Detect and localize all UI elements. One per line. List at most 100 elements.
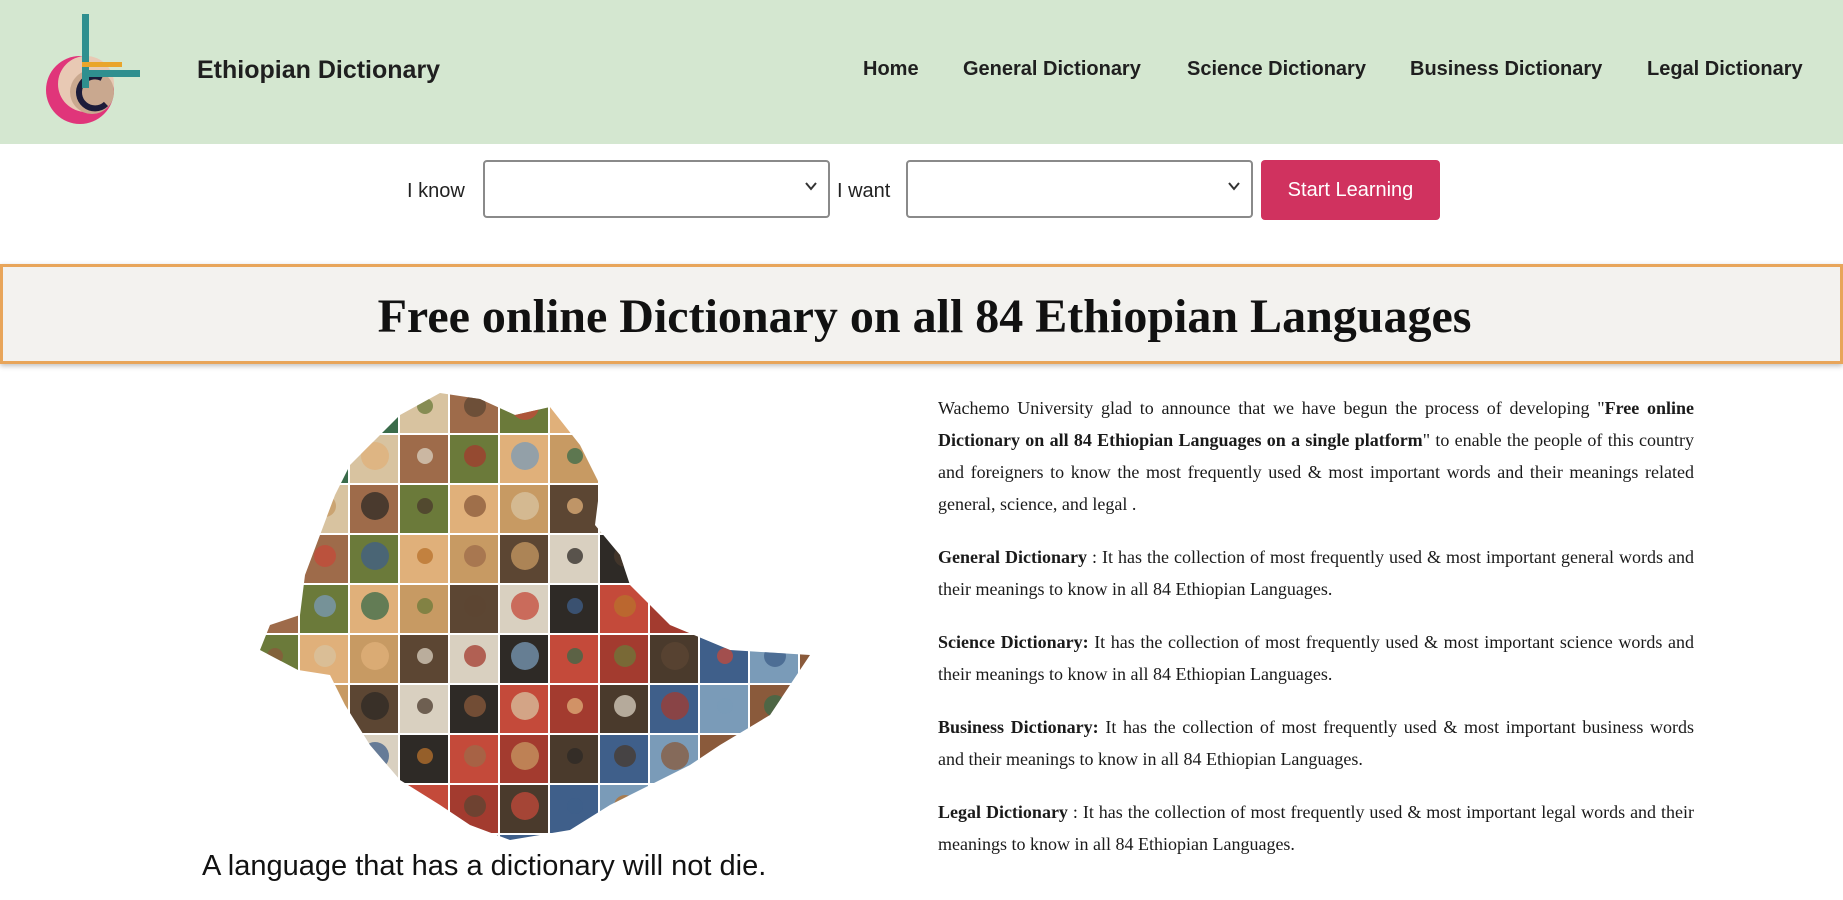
mosaic-photo-tile [260, 435, 298, 483]
mosaic-photo-detail [661, 842, 689, 845]
i-know-select[interactable] [483, 160, 830, 218]
mosaic-photo-detail [417, 748, 433, 764]
mosaic-photo-detail [614, 695, 636, 717]
mosaic-photo-detail [811, 542, 820, 570]
mosaic-photo-detail [314, 795, 336, 817]
mosaic-photo-detail [764, 745, 786, 767]
mosaic-photo-tile [650, 435, 698, 483]
legal-dictionary-paragraph: Legal Dictionary : It has the collection… [938, 796, 1694, 860]
mosaic-photo-tile [600, 535, 648, 583]
mosaic-photo-detail [811, 592, 820, 620]
nav-business-dictionary[interactable]: Business Dictionary [1410, 58, 1602, 81]
business-term: Business Dictionary: [938, 717, 1099, 737]
mosaic-photo-detail [464, 395, 486, 417]
mosaic-photo-detail [417, 798, 433, 814]
mosaic-photo-tile [350, 835, 398, 840]
mosaic-photo-detail [661, 692, 689, 720]
mosaic-photo-tile [800, 635, 810, 683]
mosaic-photo-detail [811, 642, 820, 670]
mosaic-photo-detail [464, 695, 486, 717]
mosaic-photo-detail [464, 545, 486, 567]
mosaic-photo-detail [661, 492, 689, 520]
mosaic-photo-tile [260, 685, 298, 733]
mosaic-photo-detail [661, 592, 689, 620]
mosaic-photo-tile [750, 435, 798, 483]
mosaic-photo-tile [260, 393, 298, 433]
mosaic-photo-detail [267, 598, 283, 614]
mosaic-photo-detail [614, 545, 636, 567]
mosaic-photo-detail [361, 492, 389, 520]
nav-home[interactable]: Home [863, 58, 919, 81]
mosaic-photo-detail [361, 742, 389, 770]
mosaic-photo-detail [511, 592, 539, 620]
mosaic-photo-detail [614, 795, 636, 817]
nav-legal-dictionary[interactable]: Legal Dictionary [1647, 58, 1803, 81]
mosaic-photo-detail [361, 592, 389, 620]
mosaic-photo-detail [567, 448, 583, 464]
mosaic-photo-detail [417, 698, 433, 714]
mosaic-photo-detail [567, 498, 583, 514]
mosaic-photo-detail [267, 698, 283, 714]
mosaic-photo-tile [700, 535, 748, 583]
main-nav: Home General Dictionary Science Dictiona… [0, 58, 1843, 88]
mosaic-photo-detail [267, 798, 283, 814]
mosaic-photo-detail [567, 398, 583, 414]
mosaic-photo-tile [450, 835, 498, 840]
mosaic-photo-tile [300, 685, 348, 733]
mosaic-photo-detail [417, 498, 433, 514]
mosaic-photo-detail [361, 542, 389, 570]
mosaic-photo-tile [700, 435, 748, 483]
mosaic-photo-tile [750, 535, 798, 583]
mosaic-photo-detail [567, 798, 583, 814]
mosaic-photo-detail [464, 645, 486, 667]
mosaic-photo-tile [300, 435, 348, 483]
mosaic-photo-detail [464, 795, 486, 817]
mosaic-photo-tile [600, 835, 648, 840]
hero-banner: Free online Dictionary on all 84 Ethiopi… [0, 264, 1843, 364]
tagline-text: A language that has a dictionary will no… [202, 850, 767, 882]
mosaic-photo-detail [764, 495, 786, 517]
mosaic-photo-detail [314, 545, 336, 567]
mosaic-photo-detail [717, 498, 733, 514]
mosaic-photo-tile [400, 785, 448, 833]
mosaic-photo-detail [267, 648, 283, 664]
mosaic-photo-detail [661, 642, 689, 670]
mosaic-photo-detail [314, 495, 336, 517]
mosaic-photo-tile [700, 585, 748, 633]
mosaic-photo-detail [811, 792, 820, 820]
mosaic-photo-detail [511, 642, 539, 670]
mosaic-photo-detail [764, 795, 786, 817]
mosaic-photo-detail [511, 742, 539, 770]
mosaic-photo-detail [361, 792, 389, 820]
mosaic-photo-detail [361, 842, 389, 845]
mosaic-photo-detail [764, 395, 786, 417]
mosaic-photo-detail [614, 495, 636, 517]
mosaic-photo-tile [300, 785, 348, 833]
mosaic-photo-detail [717, 748, 733, 764]
nav-science-dictionary[interactable]: Science Dictionary [1187, 58, 1366, 81]
mosaic-photo-detail [314, 745, 336, 767]
mosaic-photo-detail [511, 842, 539, 845]
mosaic-photo-detail [661, 792, 689, 820]
mosaic-photo-tile [650, 393, 698, 433]
ethiopia-photo-mosaic-map [250, 385, 820, 845]
mosaic-photo-tile [260, 485, 298, 533]
mosaic-photo-detail [314, 395, 336, 417]
start-learning-button[interactable]: Start Learning [1261, 160, 1440, 220]
mosaic-photo-tile [700, 485, 748, 533]
mosaic-photo-detail [511, 542, 539, 570]
mosaic-photo-detail [764, 545, 786, 567]
nav-general-dictionary[interactable]: General Dictionary [963, 58, 1141, 81]
mosaic-photo-detail [811, 392, 820, 420]
mosaic-photo-detail [661, 742, 689, 770]
mosaic-photo-tile [650, 485, 698, 533]
mosaic-photo-detail [267, 398, 283, 414]
mosaic-photo-detail [511, 692, 539, 720]
mosaic-photo-detail [764, 595, 786, 617]
i-want-select[interactable] [906, 160, 1253, 218]
mosaic-photo-tile [700, 735, 748, 783]
mosaic-photo-detail [661, 542, 689, 570]
mosaic-photo-detail [417, 648, 433, 664]
mosaic-photo-detail [314, 695, 336, 717]
mosaic-photo-detail [717, 448, 733, 464]
